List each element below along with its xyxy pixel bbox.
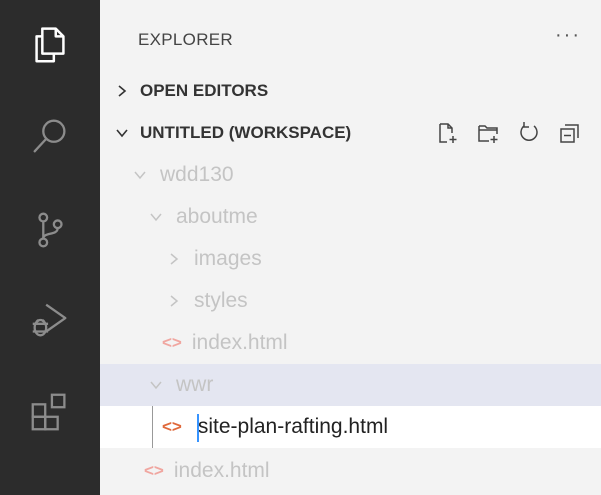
tree-folder-wdd130[interactable]: wdd130 <box>100 154 601 196</box>
text-cursor <box>197 414 199 442</box>
search-icon[interactable] <box>26 112 74 160</box>
html-file-icon: <> <box>144 461 164 480</box>
new-folder-icon[interactable] <box>473 118 503 148</box>
chevron-down-icon <box>112 123 132 143</box>
tree-folder-aboutme[interactable]: aboutme <box>100 196 601 238</box>
file-name-input[interactable]: site-plan-rafting.html <box>198 415 388 439</box>
folder-label: styles <box>194 289 248 312</box>
run-debug-icon[interactable] <box>26 296 74 344</box>
section-label: OPEN EDITORS <box>140 81 269 100</box>
vscode-window: EXPLORER ··· OPEN EDITORS UNTITLED (WORK… <box>0 0 601 495</box>
new-file-icon[interactable] <box>432 118 462 148</box>
activity-bar <box>0 0 100 495</box>
indent-guide <box>152 406 153 448</box>
extensions-icon[interactable] <box>26 388 74 436</box>
tree-folder-images[interactable]: images <box>100 238 601 280</box>
file-label: index.html <box>191 331 288 354</box>
source-control-icon[interactable] <box>26 206 74 254</box>
chevron-down-icon <box>130 165 150 185</box>
chevron-right-icon <box>164 291 184 311</box>
tree-folder-wwr[interactable]: wwr <box>100 364 601 406</box>
workspace-actions <box>432 112 596 154</box>
folder-label: wwr <box>176 373 214 396</box>
tree-file-root-index[interactable]: <> index.html <box>100 450 601 492</box>
folder-label: aboutme <box>176 205 258 228</box>
explorer-title: EXPLORER <box>138 30 233 49</box>
html-file-icon: <> <box>162 333 182 352</box>
chevron-right-icon <box>112 81 132 101</box>
chevron-down-icon <box>146 207 166 227</box>
tree-folder-styles[interactable]: styles <box>100 280 601 322</box>
explorer-files-icon[interactable] <box>26 20 74 68</box>
tree-file-aboutme-index[interactable]: <> index.html <box>100 322 601 364</box>
section-label: UNTITLED (WORKSPACE) <box>140 123 352 142</box>
more-actions-button[interactable]: ··· <box>555 24 581 47</box>
explorer-header: EXPLORER ··· <box>100 0 601 70</box>
refresh-icon[interactable] <box>514 118 544 148</box>
html-file-icon: <> <box>162 417 182 436</box>
section-open-editors[interactable]: OPEN EDITORS <box>100 70 601 112</box>
chevron-right-icon <box>164 249 184 269</box>
section-workspace[interactable]: UNTITLED (WORKSPACE) <box>100 112 601 154</box>
chevron-down-icon <box>146 375 166 395</box>
collapse-all-icon[interactable] <box>555 118 585 148</box>
file-label: index.html <box>173 459 270 482</box>
folder-label: wdd130 <box>160 163 234 186</box>
folder-label: images <box>194 247 262 270</box>
tree-file-site-plan-rafting[interactable]: <> site-plan-rafting.html <box>100 406 601 448</box>
explorer-sidebar: EXPLORER ··· OPEN EDITORS UNTITLED (WORK… <box>100 0 601 495</box>
